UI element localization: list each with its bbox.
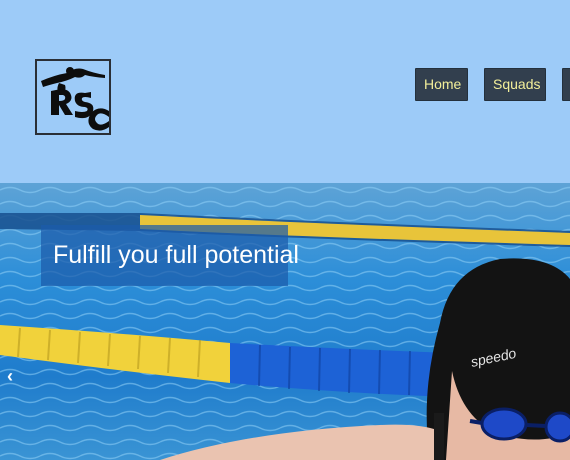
chevron-left-icon[interactable]: ‹ [2,365,18,387]
nav-cut-off-button[interactable] [562,68,570,101]
hero-carousel: speedo Fulfill you full potential ‹ [0,183,570,460]
main-nav: Home Squads [415,68,570,101]
carousel-caption: Fulfill you full potential [41,225,299,286]
nav-squads-button[interactable]: Squads [484,68,546,101]
swimming-club-logo-icon [41,67,109,131]
club-logo[interactable] [35,59,111,135]
site-header: Home Squads [0,0,570,183]
nav-home-button[interactable]: Home [415,68,468,101]
